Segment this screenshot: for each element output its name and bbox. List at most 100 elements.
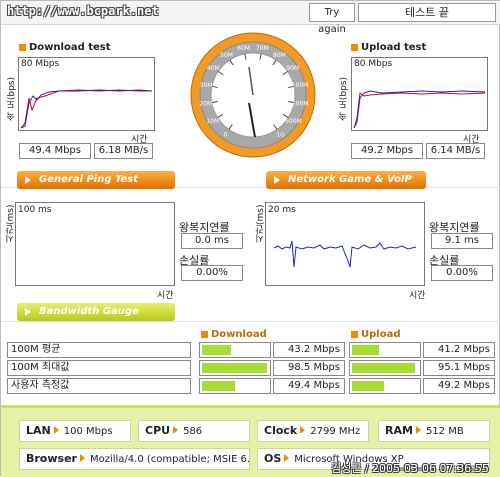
download-gauge-bar — [199, 342, 271, 358]
browser-value: Mozilla/4.0 (compatible; MSIE 6.0 — [89, 454, 250, 465]
cpu-info: CPU 586 — [138, 420, 250, 442]
bandwidth-row: 100M 평균 43.2 Mbps 41.2 Mbps — [7, 342, 495, 358]
game-xlabel: 시간 — [409, 291, 426, 301]
browser-label: Browser — [26, 452, 77, 465]
ram-label: RAM — [385, 424, 413, 437]
status-display: 테스트 끝 — [358, 3, 496, 22]
game-plot: 20 ms — [265, 202, 425, 286]
header-bar: http://www.bcpark.net Try again 테스트 끝 — [1, 1, 500, 35]
upload-gauge-fill — [352, 381, 385, 391]
upload-mbs: 6.14 MB/s — [426, 143, 485, 159]
gauge-tick-label: 20M — [199, 101, 212, 108]
upload-ylabel: 속 도(bps) — [339, 77, 349, 121]
chevron-right-icon — [25, 176, 31, 184]
game-line — [273, 240, 417, 268]
gauge-tick-label: 200M — [292, 101, 309, 108]
ram-value: 512 MB — [425, 426, 464, 437]
speed-test-window: http://www.bcpark.net Try again 테스트 끝 Do… — [0, 0, 500, 477]
arrow-icon — [300, 426, 306, 434]
upload-gauge-fill — [352, 363, 415, 373]
gauge-tick-label: 0 — [224, 131, 228, 138]
tab-bandwidth-gauge[interactable]: Bandwidth Gauge — [17, 303, 175, 321]
lan-value: 100 Mbps — [63, 426, 113, 437]
tab-general-ping[interactable]: General Ping Test — [17, 171, 175, 189]
upload-gauge-bar — [349, 342, 421, 358]
gauge-tick-label: 500M — [285, 118, 302, 125]
download-gauge-bar — [199, 378, 271, 394]
tab-network-game-label: Network Game & VoIP Test — [288, 174, 412, 203]
system-info-footer: LAN 100 Mbps CPU 586 Clock 2799 MHz RAM 512 … — [1, 405, 500, 477]
bandwidth-row-name: 사용자 측정값 — [7, 378, 191, 394]
arrow-icon — [284, 454, 290, 462]
download-plot: 80 Mbps — [18, 57, 155, 131]
upload-gauge-bar — [349, 378, 421, 394]
download-line — [20, 89, 153, 129]
ping-xlabel: 시간 — [157, 291, 174, 301]
speed-gauge: 0 10M 20M 30M 40M50M 60M 70M 80M90M 100M 200M 500M… — [190, 32, 316, 158]
gauge-tick-label: 90M — [286, 65, 299, 72]
upload-gauge-value: 41.2 Mbps — [423, 342, 495, 358]
ping-loss-value: 0.00% — [181, 265, 243, 281]
clock-value: 2799 MHz — [310, 426, 361, 437]
gauge-tick-label: 70M — [256, 45, 269, 52]
chevron-right-icon — [25, 308, 31, 316]
bandwidth-row: 100M 최대값 98.5 Mbps 95.1 Mbps — [7, 360, 495, 376]
bandwidth-row-name: 100M 평균 — [7, 342, 191, 358]
bandwidth-row-name: 100M 최대값 — [7, 360, 191, 376]
clock-info: Clock 2799 MHz — [257, 420, 369, 442]
ping-rtt-value: 0.0 ms — [181, 233, 243, 249]
arrow-icon — [79, 454, 85, 462]
gauge-tick-label: 1G — [276, 131, 285, 138]
ram-info: RAM 512 MB — [378, 420, 490, 442]
gauge-tick-label: 10M — [206, 118, 219, 125]
cpu-value: 586 — [183, 426, 203, 437]
divider — [1, 321, 500, 322]
gauge-tick-label: 50M — [220, 52, 233, 59]
cpu-label: CPU — [145, 424, 171, 437]
bw-upload-head: Upload — [351, 329, 400, 340]
bw-download-head-text: Download — [211, 329, 267, 340]
game-rtt-value: 9.1 ms — [431, 233, 493, 249]
site-url[interactable]: http://www.bcpark.net — [7, 4, 159, 18]
clock-label: Clock — [264, 424, 298, 437]
upload-plot: 80 Mbps — [351, 57, 488, 131]
upload-mbps: 49.2 Mbps — [351, 143, 423, 159]
gauge-tick-label: 40M — [207, 65, 220, 72]
bullet-icon — [201, 330, 208, 338]
download-gauge-value: 49.4 Mbps — [273, 378, 345, 394]
download-gauge-fill — [202, 381, 235, 391]
upload-gauge-value: 95.1 Mbps — [423, 360, 495, 376]
tab-general-ping-label: General Ping Test — [39, 174, 139, 185]
gauge-tick-label: 100M — [292, 82, 309, 89]
bullet-icon — [351, 43, 358, 51]
download-title: Download test — [19, 42, 111, 53]
download-gauge-bar — [199, 360, 271, 376]
download-ylabel: 속 도(bps) — [7, 77, 17, 121]
os-label: OS — [264, 452, 282, 465]
gauge-tick-label: 60M — [237, 45, 250, 52]
lan-info: LAN 100 Mbps — [19, 420, 131, 442]
arrow-icon — [173, 426, 179, 434]
upload-title: Upload test — [351, 42, 426, 53]
browser-info: Browser Mozilla/4.0 (compatible; MSIE 6.0 — [19, 448, 250, 470]
download-mbs: 6.18 MB/s — [94, 143, 153, 159]
download-gauge-fill — [202, 363, 267, 373]
tab-network-game[interactable]: Network Game & VoIP Test — [266, 171, 426, 203]
arrow-icon — [415, 426, 421, 434]
ping-ymax: 100 ms — [18, 205, 52, 215]
timestamp-watermark: 김성근 / 2005-03-06 07:36:55 — [331, 462, 489, 475]
bandwidth-row: 사용자 측정값 49.4 Mbps 49.2 Mbps — [7, 378, 495, 394]
bw-upload-head-text: Upload — [361, 329, 401, 340]
download-gauge-fill — [202, 345, 231, 355]
game-loss-value: 0.00% — [431, 265, 493, 281]
bw-download-head: Download — [201, 329, 267, 340]
arrow-icon — [53, 426, 59, 434]
upload-gauge-bar — [349, 360, 421, 376]
download-title-text: Download test — [29, 42, 111, 53]
lan-label: LAN — [26, 424, 51, 437]
chevron-right-icon — [274, 176, 280, 184]
ping-plot: 100 ms — [15, 202, 175, 286]
tab-bandwidth-label: Bandwidth Gauge — [39, 306, 139, 317]
upload-gauge-fill — [352, 345, 380, 355]
try-again-button[interactable]: Try again — [309, 3, 355, 35]
